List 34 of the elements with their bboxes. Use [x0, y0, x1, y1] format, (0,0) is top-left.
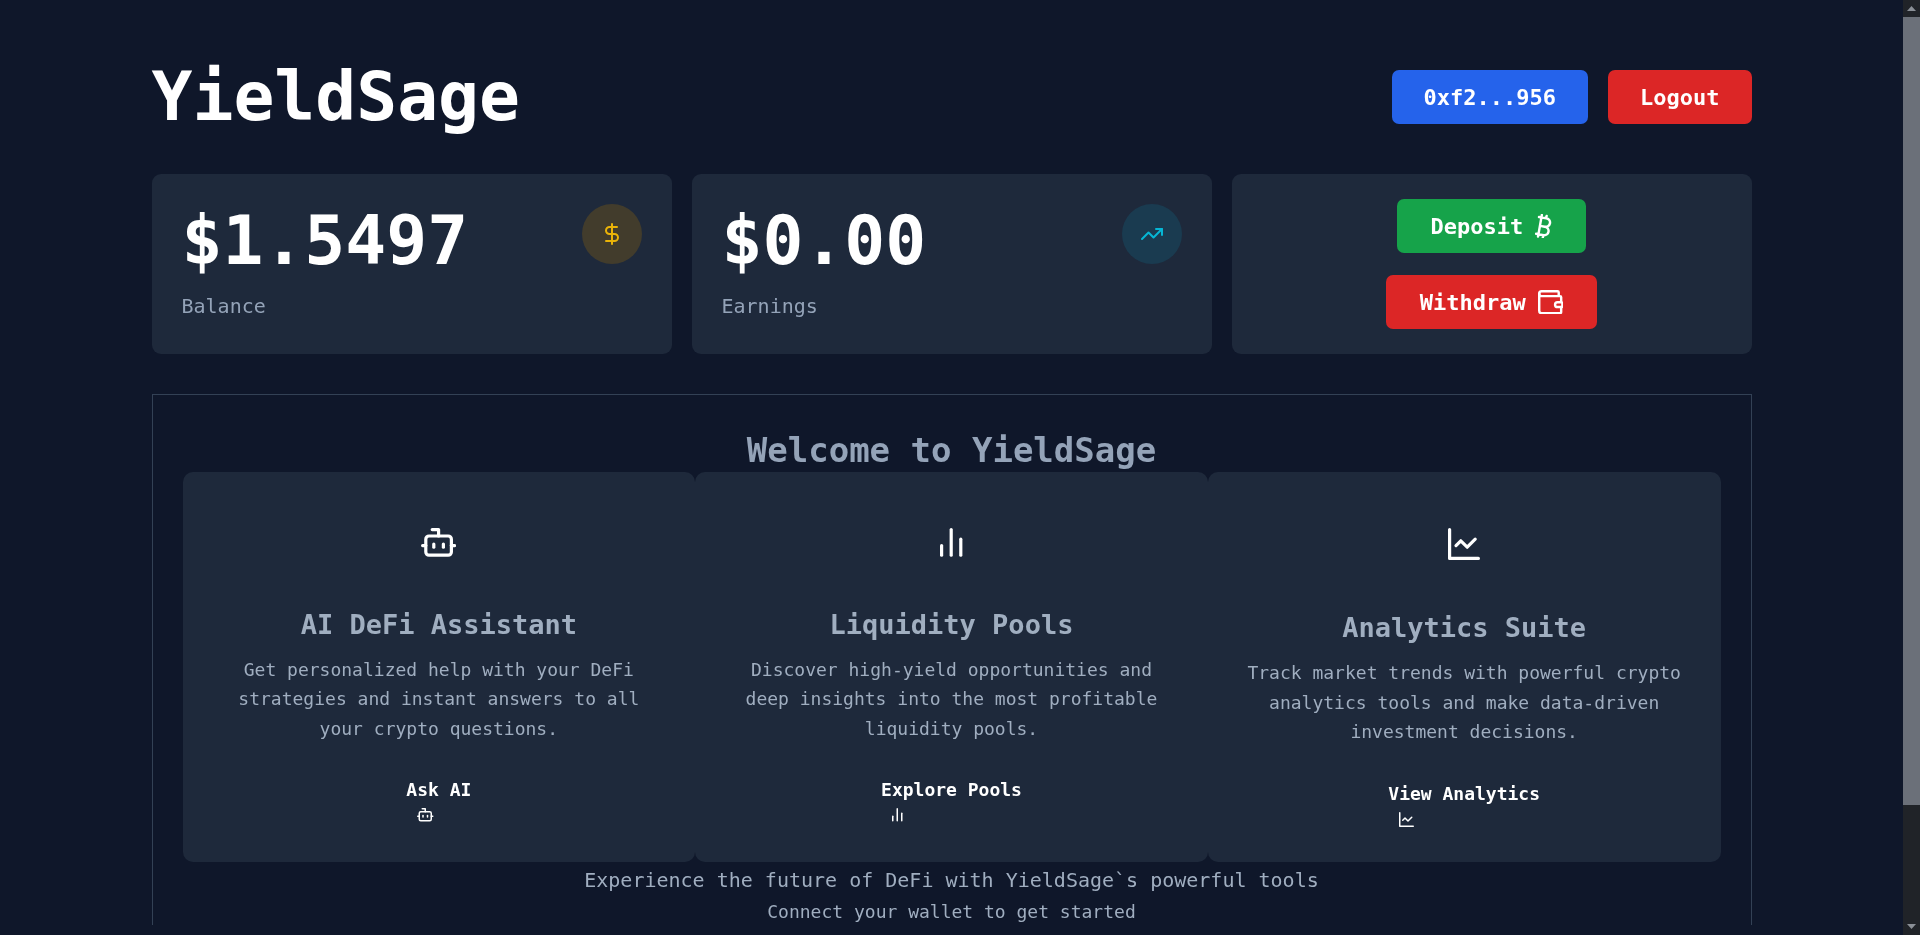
- tagline-text: Experience the future of DeFi with YieldSage`s powerful tools: [583, 866, 1320, 894]
- bitcoin-icon: [1535, 213, 1553, 239]
- robot-icon: [421, 528, 457, 557]
- scroll-down-icon[interactable]: [1907, 924, 1916, 929]
- feature-title: Analytics Suite: [1342, 611, 1587, 645]
- feature-description: Track market trends with powerful crypto analytics tools and make data-driven investment decisions.: [1246, 661, 1682, 744]
- feature-description: Get personalized help with your DeFi strategies and instant answers to all your crypto questions.: [237, 657, 641, 741]
- stat-value: $1.5497: [181, 207, 469, 275]
- feature-title: AI DeFi Assistant: [300, 607, 577, 642]
- feature-link[interactable]: Ask AI: [406, 776, 472, 822]
- connect-wallet-hint: Connect your wallet to get started: [766, 899, 1137, 924]
- scroll-up-icon[interactable]: [1907, 6, 1916, 11]
- stat-label: Balance: [181, 293, 267, 320]
- line-chart-icon: [1448, 528, 1481, 560]
- wallet-icon: [1537, 289, 1564, 315]
- feature-link[interactable]: Explore Pools: [881, 776, 1022, 822]
- bar-chart-icon: [892, 808, 903, 822]
- app-title: YieldSage: [151, 56, 520, 138]
- stat-value: $0.00: [721, 207, 927, 275]
- feature-link[interactable]: View Analytics: [1388, 779, 1540, 827]
- bar-chart-icon: [940, 528, 963, 557]
- line-chart-icon: [1399, 811, 1415, 827]
- welcome-heading: Welcome to YieldSage: [745, 429, 1158, 472]
- scrollbar-thumb[interactable]: [1903, 17, 1920, 805]
- trend-up-icon: [1121, 204, 1182, 264]
- wallet-address-button[interactable]: 0xf2...956: [1391, 70, 1588, 124]
- robot-icon: [417, 808, 434, 822]
- feature-description: Discover high-yield opportunities and deep insights into the most profitable liquidity pools.: [744, 657, 1159, 741]
- logout-button[interactable]: Logout: [1608, 70, 1752, 124]
- dollar-icon: [581, 204, 642, 264]
- withdraw-button[interactable]: Withdraw: [1385, 275, 1598, 329]
- feature-title: Liquidity Pools: [829, 607, 1074, 642]
- deposit-button[interactable]: Deposit: [1396, 199, 1587, 253]
- stat-label: Earnings: [721, 293, 819, 320]
